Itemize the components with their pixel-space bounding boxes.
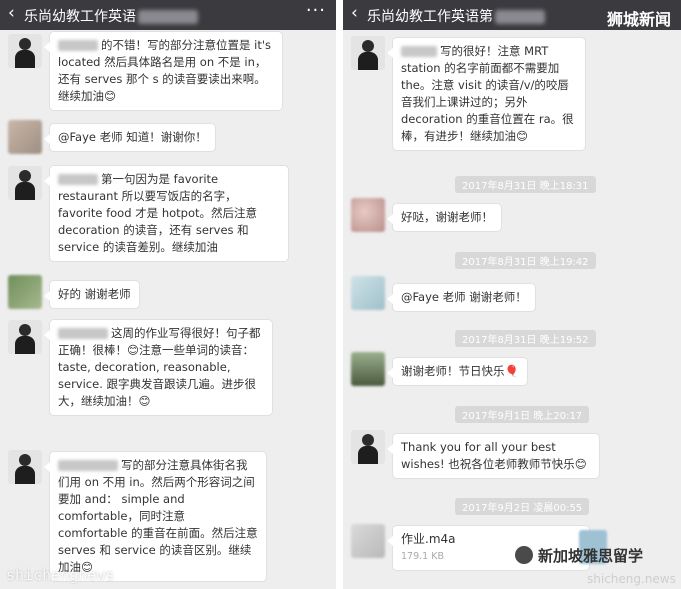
left-title-bar: ‹ 乐尚幼教工作英语 ··· xyxy=(0,0,336,30)
chat-message: @Faye 老师 谢谢老师！ xyxy=(387,284,535,311)
left-chat-panel: ‹ 乐尚幼教工作英语 ··· 的不错！写的部分注意位置是 it's locate… xyxy=(0,0,336,589)
chat-message: 写的很好！注意 MRT station 的名字前面都不需要加 the。注意 vi… xyxy=(387,38,585,150)
timestamp: 2017年8月31日 晚上19:52 xyxy=(455,330,596,347)
timestamp: 2017年9月2日 凌晨00:55 xyxy=(455,498,590,515)
chat-message: 的不错！写的部分注意位置是 it's located 然后具体路名是用 on 不… xyxy=(44,32,282,110)
right-chat-panel: ‹ 乐尚幼教工作英语第 狮城新闻 写的很好！注意 MRT station 的名字… xyxy=(343,0,681,589)
blurred-name xyxy=(58,40,98,51)
teacher-avatar[interactable] xyxy=(351,36,385,70)
more-options-icon[interactable]: ··· xyxy=(306,0,326,21)
blurred-title-suffix xyxy=(495,10,545,24)
blurred-name xyxy=(58,174,98,185)
watermark-text: shicheng.news xyxy=(587,572,676,586)
student-avatar[interactable] xyxy=(8,120,42,154)
timestamp: 2017年9月1日 晚上20:17 xyxy=(455,406,590,423)
teacher-avatar[interactable] xyxy=(351,430,385,464)
teacher-avatar[interactable] xyxy=(8,320,42,354)
wechat-account-logo-icon xyxy=(515,546,533,564)
right-chat-title: 乐尚幼教工作英语第 xyxy=(367,6,545,26)
account-name-text: 新加坡雅思留学 xyxy=(538,547,644,565)
chat-message: @Faye 老师 知道！谢谢你！ xyxy=(44,124,215,151)
chat-message: 好的 谢谢老师 xyxy=(44,281,139,308)
back-arrow-icon[interactable]: ‹ xyxy=(351,3,358,23)
teacher-avatar[interactable] xyxy=(8,450,42,484)
blurred-title-suffix xyxy=(138,10,198,24)
student-avatar[interactable] xyxy=(351,352,385,386)
chat-message: 这周的作业写得很好！句子都正确！很棒！😊注意一些单词的读音：taste, dec… xyxy=(44,320,272,415)
left-chat-title: 乐尚幼教工作英语 xyxy=(24,6,198,26)
watermark-text: shichengnews xyxy=(6,566,115,584)
chat-message: 第一句因为是 favorite restaurant 所以要写饭店的名字，fav… xyxy=(44,166,288,261)
blurred-name xyxy=(58,460,118,471)
chat-message: 写的部分注意具体街名我们用 on 不用 in。然后两个形容词之间要加 and： … xyxy=(44,452,266,581)
chat-message: 好哒，谢谢老师！ xyxy=(387,204,501,231)
student-avatar[interactable] xyxy=(351,198,385,232)
chat-message: Thank you for all your best wishes! 也祝各位… xyxy=(387,434,599,478)
timestamp: 2017年8月31日 晚上19:42 xyxy=(455,252,596,269)
teacher-avatar[interactable] xyxy=(8,166,42,200)
student-avatar[interactable] xyxy=(8,275,42,309)
timestamp: 2017年8月31日 晚上18:31 xyxy=(455,176,596,193)
student-avatar[interactable] xyxy=(351,276,385,310)
right-title-bar: ‹ 乐尚幼教工作英语第 狮城新闻 xyxy=(343,0,681,30)
chat-message: 谢谢老师！节日快乐🎈 xyxy=(387,358,527,385)
blurred-name xyxy=(58,328,108,339)
back-arrow-icon[interactable]: ‹ xyxy=(8,3,15,23)
blurred-name xyxy=(401,46,437,57)
brand-logo-text: 狮城新闻 xyxy=(606,10,671,29)
teacher-avatar[interactable] xyxy=(8,34,42,68)
student-avatar[interactable] xyxy=(351,524,385,558)
